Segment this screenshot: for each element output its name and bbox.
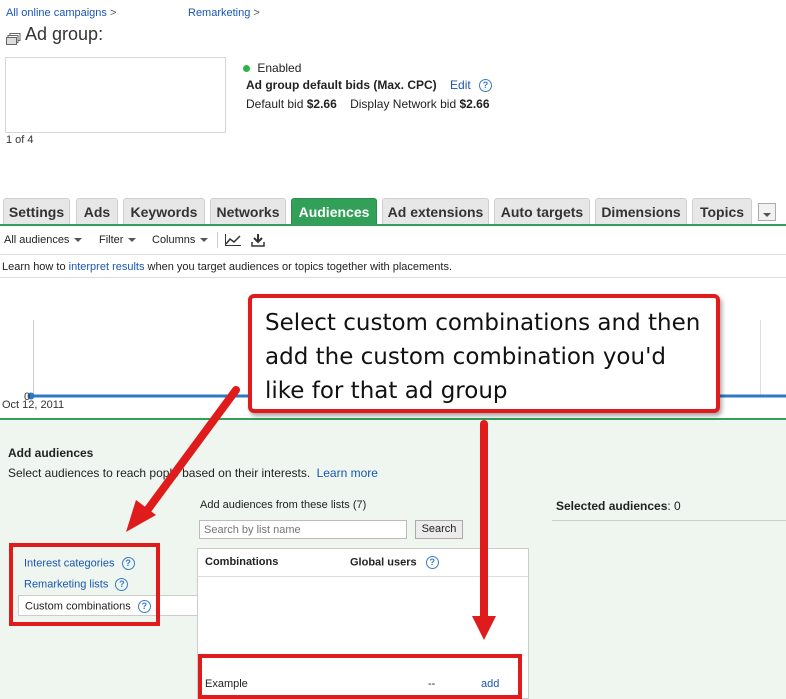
arrow-to-example — [472, 420, 496, 640]
arrow-to-categories — [126, 386, 240, 532]
callout: Select custom combinations and then add … — [248, 294, 720, 413]
callout-text: Select custom combinations and then add … — [265, 310, 701, 404]
